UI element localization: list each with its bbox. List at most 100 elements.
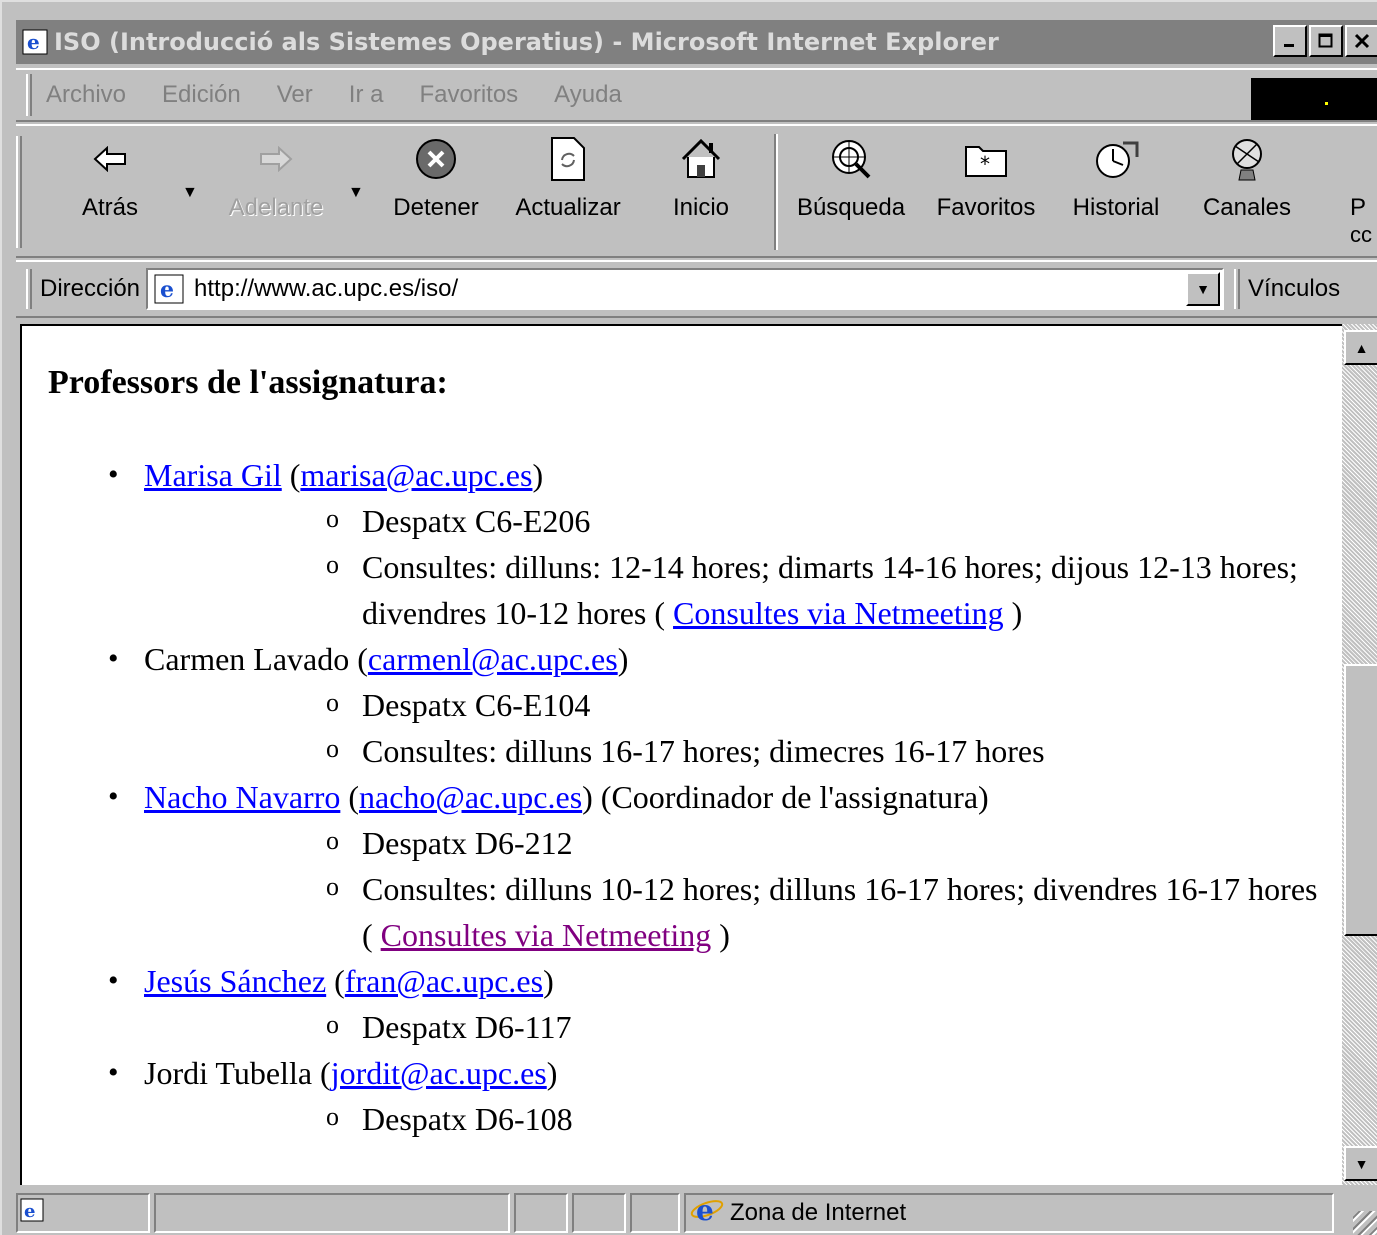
back-dropdown-icon[interactable]: ▼: [182, 184, 198, 202]
email-link[interactable]: fran@ac.upc.es: [345, 963, 543, 999]
menu-archivo[interactable]: Archivo: [46, 81, 126, 109]
forward-button[interactable]: Adelante: [216, 132, 336, 252]
scroll-down-icon[interactable]: ▼: [1344, 1146, 1377, 1181]
status-pane-1: [514, 1192, 568, 1233]
address-dropdown-icon[interactable]: ▼: [1186, 272, 1221, 306]
office-item: Despatx C6-E206: [144, 496, 1342, 544]
home-button[interactable]: Inicio: [656, 132, 746, 252]
hours-item: Consultes: dilluns: 12-14 hores; dimarts…: [144, 542, 1342, 636]
minimize-icon[interactable]: [1273, 25, 1307, 57]
fullscreen-label: P: [1350, 194, 1367, 221]
status-pane-main: e: [16, 1192, 150, 1233]
svg-text:e: e: [27, 30, 40, 54]
svg-text:*: *: [980, 152, 990, 176]
standard-toolbar: Atrás ▼ Adelante ▼ Detener Actualizar In…: [16, 124, 1377, 258]
page-heading: Professors de l'assignatura:: [48, 364, 448, 401]
resize-grip-icon[interactable]: [1353, 1211, 1377, 1235]
hours-item: Consultes: dilluns 10-12 hores; dilluns …: [144, 864, 1342, 958]
stop-icon: [414, 137, 458, 188]
office-item: Despatx D6-108: [144, 1094, 1342, 1142]
hours-item: Consultes: dilluns 16-17 hores; dimecres…: [144, 726, 1342, 774]
address-input[interactable]: e http://www.ac.upc.es/iso/ ▼: [146, 268, 1225, 310]
toolbar-separator: [774, 134, 778, 250]
menu-edicion[interactable]: Edición: [162, 81, 241, 109]
channels-button[interactable]: Canales: [1200, 132, 1294, 252]
list-item: Jesús Sánchez (fran@ac.upc.es) Despatx D…: [22, 958, 1342, 1050]
search-globe-icon: [829, 137, 873, 188]
email-link[interactable]: jordit@ac.upc.es: [331, 1055, 547, 1091]
back-label: Atrás: [81, 194, 138, 221]
history-label: Historial: [1072, 194, 1160, 221]
office-text: Despatx D6-212: [362, 825, 573, 861]
professor-name-link[interactable]: Nacho Navarro: [144, 779, 340, 815]
fullscreen-label-2: cc: [1350, 222, 1372, 247]
menu-ver[interactable]: Ver: [277, 81, 313, 109]
list-item: Nacho Navarro (nacho@ac.upc.es) (Coordin…: [22, 774, 1342, 958]
zone-label: Zona de Internet: [730, 1198, 907, 1226]
forward-dropdown-icon[interactable]: ▼: [348, 184, 364, 202]
refresh-button[interactable]: Actualizar: [506, 132, 630, 252]
window-title: ISO (Introducció als Sistemes Operatius)…: [54, 28, 999, 56]
stop-label: Detener: [393, 194, 479, 221]
channels-satellite-icon: [1227, 136, 1267, 189]
maximize-icon[interactable]: [1309, 25, 1343, 57]
office-text: Despatx D6-117: [362, 1009, 572, 1045]
stop-button[interactable]: Detener: [388, 132, 484, 252]
address-grip[interactable]: [26, 269, 32, 309]
history-icon: [1093, 137, 1139, 188]
page-content: Professors de l'assignatura: Marisa Gil …: [20, 324, 1342, 1185]
home-icon: [679, 137, 723, 188]
ie-page-icon: e: [152, 272, 186, 306]
internet-zone-icon: e: [690, 1194, 724, 1231]
home-label: Inicio: [672, 194, 730, 221]
office-item: Despatx C6-E104: [144, 680, 1342, 728]
menu-ayuda[interactable]: Ayuda: [554, 81, 622, 109]
office-item: Despatx D6-117: [144, 1002, 1342, 1050]
status-pane-2: [572, 1192, 626, 1233]
search-button[interactable]: Búsqueda: [792, 132, 910, 252]
links-button[interactable]: Vínculos: [1248, 275, 1340, 303]
status-pane-progress: [154, 1192, 510, 1233]
links-grip[interactable]: [1234, 269, 1241, 309]
fullscreen-button[interactable]: P cc: [1350, 132, 1377, 252]
email-link[interactable]: marisa@ac.upc.es: [300, 457, 532, 493]
scroll-up-icon[interactable]: ▲: [1344, 330, 1377, 365]
ie-throbber: [1251, 78, 1377, 120]
email-link[interactable]: nacho@ac.upc.es: [359, 779, 582, 815]
search-label: Búsqueda: [796, 194, 906, 221]
netmeeting-link[interactable]: Consultes via Netmeeting: [673, 595, 1004, 631]
office-item: Despatx D6-212: [144, 818, 1342, 866]
ie-page-icon[interactable]: e: [20, 27, 50, 57]
forward-arrow-icon: [259, 145, 293, 179]
list-item: Carmen Lavado (carmenl@ac.upc.es) Despat…: [22, 636, 1342, 774]
coordinator-note: (Coordinador de l'assignatura): [592, 779, 989, 815]
professor-name-link[interactable]: Jesús Sánchez: [144, 963, 326, 999]
svg-text:e: e: [24, 1201, 35, 1222]
back-button[interactable]: Atrás: [70, 132, 150, 252]
close-icon[interactable]: [1345, 25, 1377, 57]
menu-ir-a[interactable]: Ir a: [349, 81, 384, 109]
menu-grip[interactable]: [26, 74, 32, 116]
address-url[interactable]: http://www.ac.upc.es/iso/: [194, 275, 458, 303]
professors-list: Marisa Gil (marisa@ac.upc.es) Despatx C6…: [22, 452, 1342, 1142]
status-bar: e e Zona de Internet: [16, 1188, 1377, 1235]
address-label: Dirección: [40, 275, 141, 302]
channels-label: Canales: [1202, 194, 1292, 221]
back-arrow-icon: [93, 145, 127, 179]
scroll-thumb[interactable]: [1344, 664, 1377, 936]
history-button[interactable]: Historial: [1066, 132, 1166, 252]
toolbar-grip[interactable]: [16, 136, 22, 248]
menu-favoritos[interactable]: Favoritos: [419, 81, 518, 109]
refresh-icon: [550, 136, 586, 189]
email-link[interactable]: carmenl@ac.upc.es: [368, 641, 618, 677]
professor-name-link[interactable]: Marisa Gil: [144, 457, 282, 493]
refresh-label: Actualizar: [515, 194, 621, 221]
title-bar[interactable]: e ISO (Introducció als Sistemes Operatiu…: [16, 20, 1377, 64]
professor-name: Jordi Tubella: [144, 1055, 313, 1091]
list-item: Jordi Tubella (jordit@ac.upc.es) Despatx…: [22, 1050, 1342, 1142]
netmeeting-link[interactable]: Consultes via Netmeeting: [381, 917, 712, 953]
vertical-scrollbar[interactable]: ▲ ▼: [1342, 324, 1377, 1185]
svg-text:e: e: [160, 277, 174, 303]
office-text: Despatx C6-E206: [362, 503, 591, 539]
favorites-button[interactable]: * Favoritos: [932, 132, 1040, 252]
